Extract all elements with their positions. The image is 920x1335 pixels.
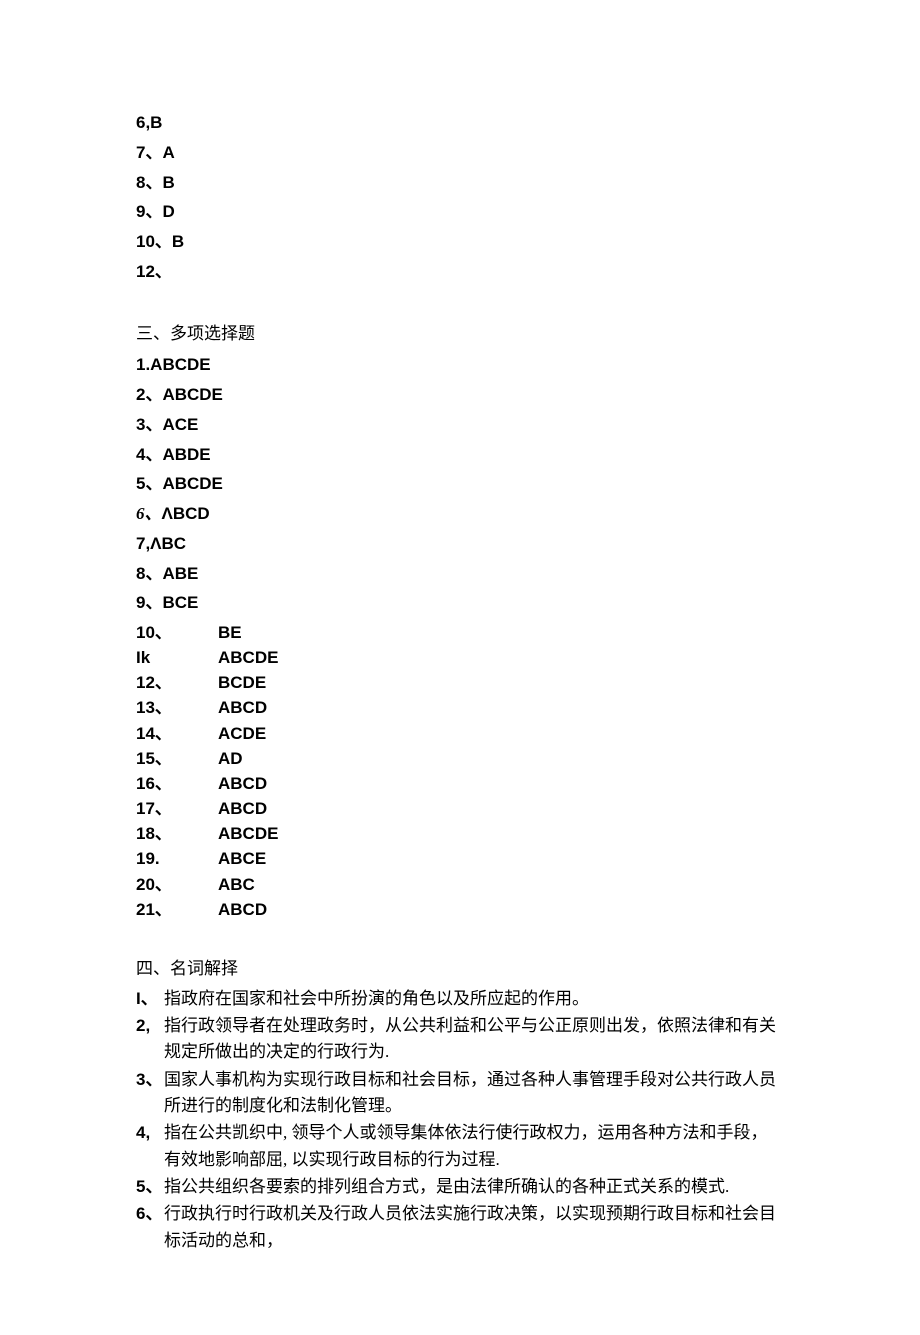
multi-choice-answer-row: 12、BCDE [136,670,784,695]
answer-number: 17、 [136,796,218,821]
multi-choice-answer-row: 21、ABCD [136,897,784,922]
multi-choice-answer-row: 9、BCE [136,588,784,618]
definition-item: 5、指公共组织各要索的排列组合方式，是由法律所确认的各种正式关系的模式. [136,1174,784,1200]
answer-number: 16、 [136,771,218,796]
answer-letters: ABCD [218,771,267,796]
definition-item: 6、行政执行时行政机关及行政人员依法实施行政决策，以实现预期行政目标和社会目标活… [136,1201,784,1254]
multi-choice-answer-row: 10、BE [136,620,784,645]
answer-letters: ABCDE [218,821,278,846]
multi-choice-answer-row: 13、ABCD [136,695,784,720]
answer-letters: ABCDE [218,645,278,670]
section-4-title: 四、名词解择 [136,954,784,984]
definition-text: 指公共组织各要索的排列组合方式，是由法律所确认的各种正式关系的模式. [164,1174,784,1200]
answer-number: Ik [136,645,218,670]
answer-number: 15、 [136,746,218,771]
definition-text: 指政府在国家和社会中所扮演的角色以及所应起的作用。 [164,986,784,1012]
answer-number: 14、 [136,721,218,746]
definition-index: 4, [136,1120,164,1173]
multi-choice-answer-row: 2、ABCDE [136,380,784,410]
multi-choice-answer-row: 17、ABCD [136,796,784,821]
answer-letters: BE [218,620,242,645]
answer-letters: ABCD [218,897,267,922]
definition-item: 3、国家人事机构为实现行政目标和社会目标，通过各种人事管理手段对公共行政人员所进… [136,1067,784,1120]
single-choice-answer-row: 8、B [136,168,784,198]
single-choice-answer-row: 12、 [136,257,784,287]
definition-text: 指在公共凯织中, 领导个人或领导集体依法行使行政权力，运用各种方法和手段，有效地… [164,1120,784,1173]
multi-choice-answer-row: IkABCDE [136,645,784,670]
multi-choice-answer-row: 4、ABDE [136,440,784,470]
multi-choice-answer-row: 7,ΛBC [136,529,784,559]
multi-choice-answer-row: 6、ΛBCD [136,499,784,529]
definition-text: 国家人事机构为实现行政目标和社会目标，通过各种人事管理手段对公共行政人员所进行的… [164,1067,784,1120]
answer-letters: AD [218,746,243,771]
single-choice-answer-row: 6,B [136,108,784,138]
answer-number: 12、 [136,670,218,695]
single-choice-answer-row: 9、D [136,197,784,227]
section-3-title: 三、多项选择题 [136,319,784,349]
multi-choice-answer-row: 19.ABCE [136,846,784,871]
definition-text: 指行政领导者在处理政务时，从公共利益和公平与公正原则出发，依照法律和有关规定所做… [164,1013,784,1066]
answer-letters: ABC [218,872,255,897]
answer-letters: ABCE [218,846,266,871]
answer-number: 18、 [136,821,218,846]
definition-index: I、 [136,986,164,1012]
definition-text: 行政执行时行政机关及行政人员依法实施行政决策，以实现预期行政目标和社会目标活动的… [164,1201,784,1254]
answer-letters: ABCD [218,695,267,720]
definition-item: 4,指在公共凯织中, 领导个人或领导集体依法行使行政权力，运用各种方法和手段，有… [136,1120,784,1173]
answer-number: 20、 [136,872,218,897]
multi-choice-answer-row: 18、ABCDE [136,821,784,846]
answer-number: 10、 [136,620,218,645]
definition-item: 2,指行政领导者在处理政务时，从公共利益和公平与公正原则出发，依照法律和有关规定… [136,1013,784,1066]
multi-choice-answer-row: 20、ABC [136,872,784,897]
multi-choice-answer-row: 3、ACE [136,410,784,440]
answer-number: 21、 [136,897,218,922]
multi-choice-answer-row: 1.ABCDE [136,350,784,380]
multi-choice-answer-row: 14、ACDE [136,721,784,746]
multi-choice-answer-row: 15、AD [136,746,784,771]
definition-item: I、指政府在国家和社会中所扮演的角色以及所应起的作用。 [136,986,784,1012]
answer-letters: ABCD [218,796,267,821]
multi-choice-answer-row: 8、ABE [136,559,784,589]
definition-index: 3、 [136,1067,164,1120]
definition-index: 2, [136,1013,164,1066]
multi-choice-answer-row: 5、ABCDE [136,469,784,499]
single-choice-answer-row: 10、B [136,227,784,257]
single-choice-answer-row: 7、A [136,138,784,168]
definition-index: 6、 [136,1201,164,1254]
multi-choice-answer-row: 16、ABCD [136,771,784,796]
answer-letters: BCDE [218,670,266,695]
definition-index: 5、 [136,1174,164,1200]
answer-letters: ACDE [218,721,266,746]
answer-number: 19. [136,846,218,871]
answer-number: 13、 [136,695,218,720]
